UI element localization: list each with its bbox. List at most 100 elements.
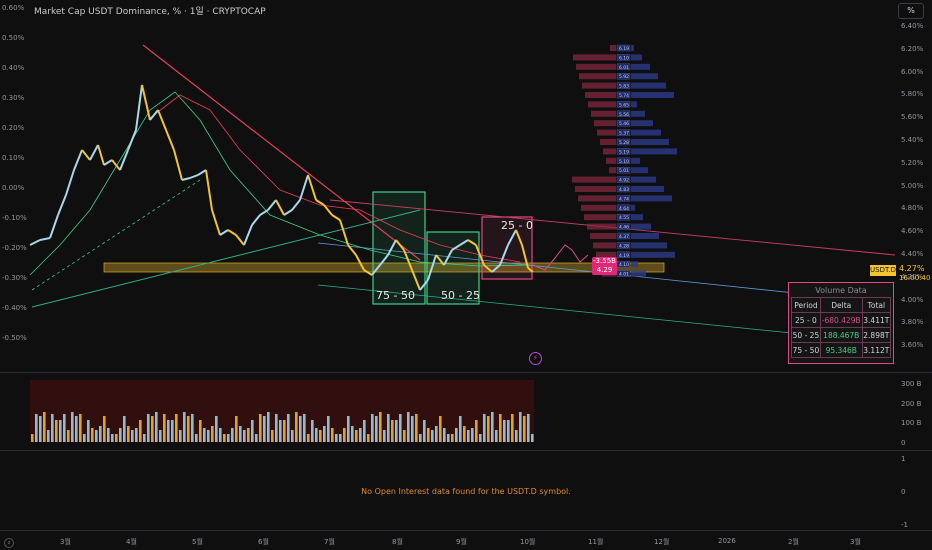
profile-price-label: 4.28 (619, 243, 629, 249)
volume-bar (295, 412, 298, 442)
profile-bar-left (600, 139, 616, 145)
timezone-icon[interactable]: z (4, 538, 14, 548)
price-segment (251, 214, 261, 226)
volume-bar (227, 434, 230, 442)
trendline-ascending (31, 209, 421, 308)
volume-bar (487, 416, 490, 442)
volume-bar (167, 420, 170, 442)
profile-price-label: 4.46 (619, 225, 629, 231)
profile-bar-left (591, 110, 616, 117)
volume-bar (503, 420, 506, 442)
profile-bar-right (631, 195, 672, 202)
volume-bar (75, 416, 78, 442)
volume-bar (195, 434, 198, 442)
profile-bar-right (631, 82, 666, 89)
price-segment (243, 224, 253, 246)
symbol-badge[interactable]: USDT.D (870, 265, 896, 276)
profile-bar-left (610, 45, 616, 51)
profile-bar-right (631, 233, 659, 239)
volume-data-table: Volume Data Period Delta Total 25 - 0 -6… (788, 282, 894, 364)
price-segment (291, 199, 301, 211)
profile-bar-right (631, 101, 637, 108)
volume-bar (171, 420, 174, 442)
volume-bar (119, 428, 122, 442)
volume-bar (319, 430, 322, 442)
volume-bar (359, 428, 362, 442)
volume-bar (391, 420, 394, 442)
main-chart-canvas[interactable]: 6.19 6.10 6.01 5.92 5.83 5.74 5.65 5.56 5.46 5.37… (0, 0, 932, 550)
profile-price-label: 5.01 (619, 168, 629, 174)
profile-bar-right (631, 223, 651, 230)
price-segment (227, 229, 237, 236)
lightning-icon[interactable]: ⚡ (529, 352, 542, 365)
price-segment (89, 144, 99, 161)
volume-bar (415, 414, 418, 442)
volume-bar (531, 434, 534, 442)
volume-bar (207, 430, 210, 442)
profile-bar-left (597, 129, 616, 136)
volume-bar (155, 412, 158, 442)
volume-bar (427, 428, 430, 442)
volume-bar (175, 414, 178, 442)
volume-bar (235, 416, 238, 442)
profile-bar-left (582, 82, 616, 89)
profile-bar-right (631, 176, 656, 183)
volume-bar (259, 414, 262, 442)
volume-bar (87, 420, 90, 442)
volume-bar (131, 430, 134, 442)
trendline-dashed (31, 179, 201, 291)
volume-bar (215, 416, 218, 442)
volume-bar (399, 414, 402, 442)
volume-bar (179, 430, 182, 442)
table-row: 50 - 25 188.467B 2.898T (791, 327, 892, 343)
volume-bar (31, 434, 34, 442)
profile-bar-right (631, 204, 635, 211)
volume-bar (403, 430, 406, 442)
volume-bar (343, 428, 346, 442)
col-delta: Delta (819, 297, 863, 313)
price-segment (197, 169, 207, 176)
volume-bar (431, 430, 434, 442)
volume-bar (407, 412, 410, 442)
price-segment (205, 169, 213, 211)
profile-bar-left (572, 176, 616, 183)
volume-bar (515, 430, 518, 442)
volume-bar (95, 430, 98, 442)
profile-bar-right (631, 92, 674, 98)
profile-bar-left (573, 54, 616, 61)
price-segment (73, 149, 83, 171)
profile-bar-right (631, 120, 653, 127)
volume-bar (251, 420, 254, 442)
profile-bar-right (631, 54, 642, 61)
volume-bar (495, 430, 498, 442)
volume-bar (479, 434, 482, 442)
profile-price-label: 4.37 (619, 234, 629, 240)
volume-bar (151, 416, 154, 442)
volume-bar (315, 428, 318, 442)
volume-bar (423, 420, 426, 442)
open-interest-message: No Open Interest data found for the USDT… (361, 487, 571, 496)
profile-price-label: 5.37 (619, 131, 629, 137)
volume-bar (135, 428, 138, 442)
price-segment (81, 149, 91, 161)
volume-bar (51, 414, 54, 442)
profile-price-label: 6.10 (619, 55, 629, 61)
price-delta-pill: -3.55B 4.29 (592, 257, 617, 275)
volume-bar (299, 416, 302, 442)
volume-bar (523, 416, 526, 442)
volume-bar (307, 434, 310, 442)
volume-bar (367, 434, 370, 442)
volume-bar (103, 416, 106, 442)
volume-bar (351, 426, 354, 442)
price-segment (267, 199, 277, 211)
profile-bar-left (588, 101, 616, 108)
volume-bar (219, 428, 222, 442)
price-segment (181, 177, 191, 181)
volume-bar (63, 414, 66, 442)
volume-bar (527, 414, 530, 442)
price-segment (331, 214, 341, 221)
price-segment (39, 237, 51, 241)
col-period: Period (791, 297, 821, 313)
profile-bar-left (585, 92, 616, 98)
volume-bar (211, 426, 214, 442)
